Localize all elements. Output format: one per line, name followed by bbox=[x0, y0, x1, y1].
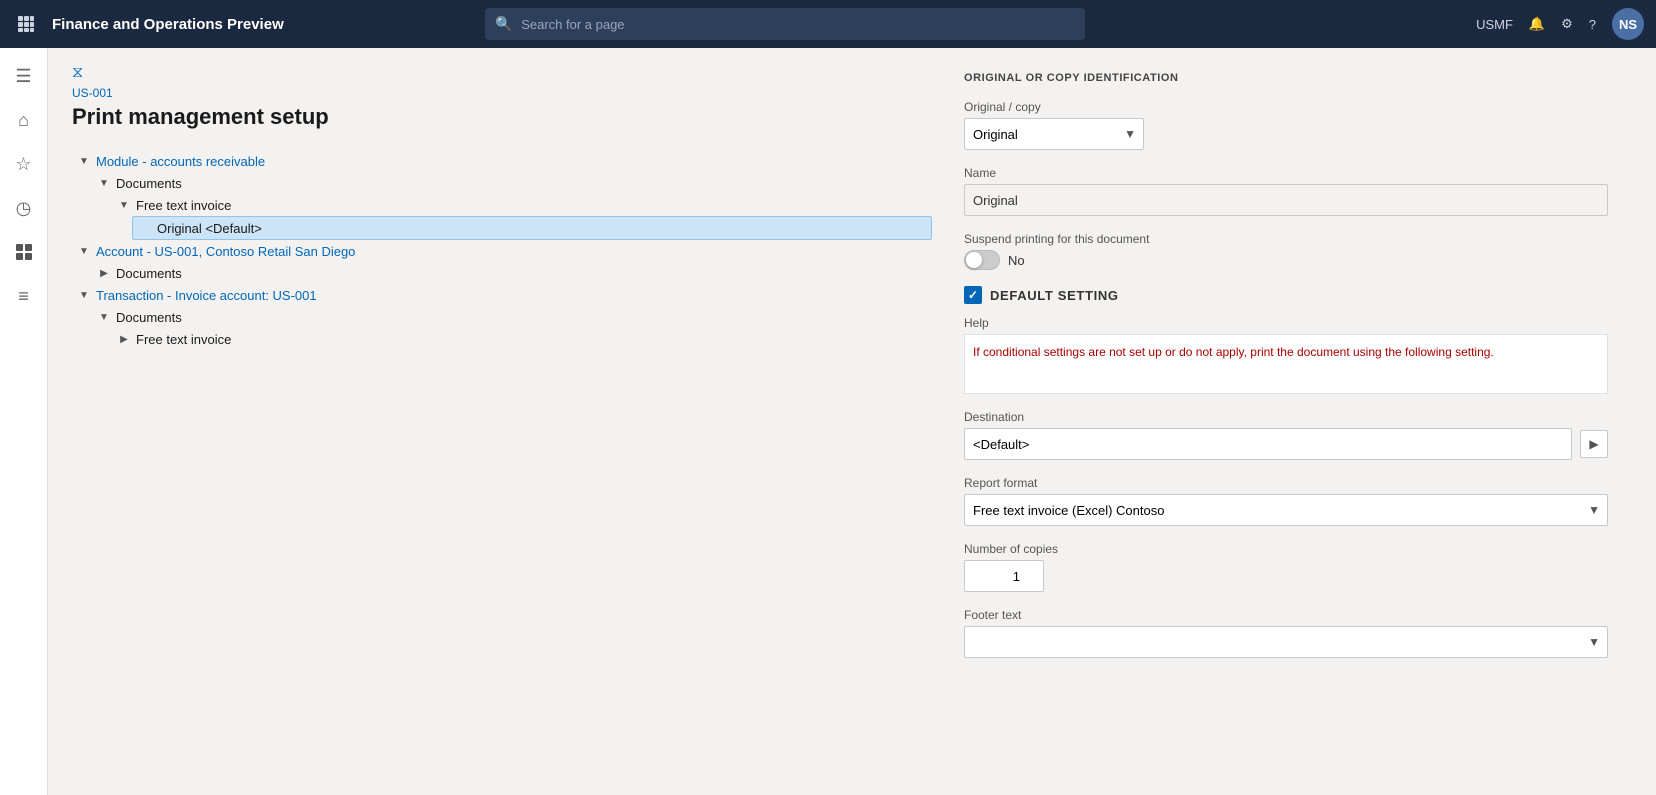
top-navigation: Finance and Operations Preview 🔍 USMF 🔔 … bbox=[0, 0, 1656, 48]
copies-input[interactable] bbox=[964, 560, 1044, 592]
destination-row: ▶ bbox=[964, 428, 1608, 460]
tree-item-free-text-invoice2[interactable]: ▶ Free text invoice bbox=[112, 328, 932, 350]
label-original-copy: Original / copy bbox=[964, 100, 1608, 114]
name-input[interactable] bbox=[964, 184, 1608, 216]
tree-label-module: Module - accounts receivable bbox=[92, 154, 265, 169]
tree-item-documents2[interactable]: ▶ Documents bbox=[92, 262, 932, 284]
label-copies: Number of copies bbox=[964, 542, 1608, 556]
recent-icon[interactable]: ◷ bbox=[4, 188, 44, 228]
footer-text-select[interactable] bbox=[964, 626, 1608, 658]
suspend-toggle-wrap: No bbox=[964, 250, 1608, 270]
app-title: Finance and Operations Preview bbox=[52, 16, 284, 33]
tree-panel: ⧖ US-001 Print management setup ▼ Module… bbox=[72, 64, 932, 779]
left-sidebar: ☰ ⌂ ☆ ◷ ≡ bbox=[0, 48, 48, 795]
field-group-report-format: Report format Free text invoice (Excel) … bbox=[964, 476, 1608, 526]
top-nav-right: USMF 🔔 ⚙ ? NS bbox=[1476, 8, 1644, 40]
tree-children-module: ▼ Documents ▼ Free text invoice Original… bbox=[72, 172, 932, 240]
collapse-icon[interactable]: ▼ bbox=[76, 243, 92, 259]
field-group-help: Help If conditional settings are not set… bbox=[964, 316, 1608, 394]
tree-label-account: Account - US-001, Contoso Retail San Die… bbox=[92, 244, 355, 259]
right-panel: ORIGINAL OR COPY IDENTIFICATION Original… bbox=[932, 64, 1632, 779]
tree-item-transaction[interactable]: ▼ Transaction - Invoice account: US-001 bbox=[72, 284, 932, 306]
help-icon[interactable]: ? bbox=[1589, 17, 1596, 32]
notification-icon[interactable]: 🔔 bbox=[1529, 16, 1545, 32]
label-suspend: Suspend printing for this document bbox=[964, 232, 1608, 246]
list-nav-icon[interactable]: ≡ bbox=[4, 276, 44, 316]
main-content: ⧖ US-001 Print management setup ▼ Module… bbox=[48, 48, 1656, 795]
avatar[interactable]: NS bbox=[1612, 8, 1644, 40]
field-group-copies: Number of copies bbox=[964, 542, 1608, 592]
page-title: Print management setup bbox=[72, 104, 932, 130]
destination-input[interactable] bbox=[964, 428, 1572, 460]
tree-label-documents1: Documents bbox=[112, 176, 182, 191]
no-toggle-spacer bbox=[137, 220, 153, 236]
tree-item-original-default[interactable]: Original <Default> bbox=[132, 216, 932, 240]
collapse-icon[interactable]: ▼ bbox=[96, 175, 112, 191]
tree-children-documents1: ▼ Free text invoice Original <Default> bbox=[92, 194, 932, 240]
star-icon[interactable]: ☆ bbox=[4, 144, 44, 184]
hamburger-icon[interactable]: ☰ bbox=[4, 56, 44, 96]
settings-icon[interactable]: ⚙ bbox=[1561, 16, 1573, 32]
original-copy-dropdown-wrap: Original Copy ▼ bbox=[964, 118, 1144, 150]
field-group-footer-text: Footer text ▼ bbox=[964, 608, 1608, 658]
field-group-destination: Destination ▶ bbox=[964, 410, 1608, 460]
tree-item-documents3[interactable]: ▼ Documents bbox=[92, 306, 932, 328]
default-setting-wrap: ✓ DEFAULT SETTING bbox=[964, 286, 1608, 304]
help-text: If conditional settings are not set up o… bbox=[964, 334, 1608, 394]
collapse-icon[interactable]: ▼ bbox=[96, 309, 112, 325]
tree: ▼ Module - accounts receivable ▼ Documen… bbox=[72, 150, 932, 350]
tree-children-free-text: Original <Default> bbox=[112, 216, 932, 240]
search-input[interactable] bbox=[485, 8, 1085, 40]
field-group-suspend: Suspend printing for this document No bbox=[964, 232, 1608, 270]
breadcrumb[interactable]: US-001 bbox=[72, 86, 932, 100]
destination-arrow-button[interactable]: ▶ bbox=[1580, 430, 1608, 458]
tree-label-documents3: Documents bbox=[112, 310, 182, 325]
tree-label-original-default: Original <Default> bbox=[153, 221, 262, 236]
tree-children-account: ▶ Documents bbox=[72, 262, 932, 284]
tree-label-transaction: Transaction - Invoice account: US-001 bbox=[92, 288, 317, 303]
company-label: USMF bbox=[1476, 17, 1513, 32]
report-format-dropdown-wrap: Free text invoice (Excel) Contoso ▼ bbox=[964, 494, 1608, 526]
label-footer-text: Footer text bbox=[964, 608, 1608, 622]
tree-item-module[interactable]: ▼ Module - accounts receivable bbox=[72, 150, 932, 172]
tree-children-documents3: ▶ Free text invoice bbox=[92, 328, 932, 350]
field-group-original-copy: Original / copy Original Copy ▼ bbox=[964, 100, 1608, 150]
tree-label-documents2: Documents bbox=[112, 266, 182, 281]
home-icon[interactable]: ⌂ bbox=[4, 100, 44, 140]
field-group-name: Name bbox=[964, 166, 1608, 216]
footer-text-dropdown-wrap: ▼ bbox=[964, 626, 1608, 658]
tree-item-documents1[interactable]: ▼ Documents bbox=[92, 172, 932, 194]
grid-nav-icon[interactable] bbox=[4, 232, 44, 272]
grid-menu-icon[interactable] bbox=[12, 10, 40, 38]
original-copy-select[interactable]: Original Copy bbox=[964, 118, 1144, 150]
tree-label-free-text-invoice: Free text invoice bbox=[132, 198, 231, 213]
collapse-icon[interactable]: ▼ bbox=[76, 153, 92, 169]
section-title-original-copy: ORIGINAL OR COPY IDENTIFICATION bbox=[964, 72, 1608, 84]
search-icon: 🔍 bbox=[495, 16, 512, 33]
collapse-icon[interactable]: ▼ bbox=[116, 197, 132, 213]
tree-children-transaction: ▼ Documents ▶ Free text invoice bbox=[72, 306, 932, 350]
expand-icon[interactable]: ▶ bbox=[96, 265, 112, 281]
collapse-icon[interactable]: ▼ bbox=[76, 287, 92, 303]
label-report-format: Report format bbox=[964, 476, 1608, 490]
checkmark-icon: ✓ bbox=[968, 288, 978, 302]
tree-label-free-text-invoice2: Free text invoice bbox=[132, 332, 231, 347]
label-destination: Destination bbox=[964, 410, 1608, 424]
tree-item-free-text-invoice[interactable]: ▼ Free text invoice bbox=[112, 194, 932, 216]
label-help: Help bbox=[964, 316, 1608, 330]
toggle-knob bbox=[966, 252, 982, 268]
suspend-toggle[interactable] bbox=[964, 250, 1000, 270]
filter-icon[interactable]: ⧖ bbox=[72, 64, 83, 82]
expand-icon[interactable]: ▶ bbox=[116, 331, 132, 347]
default-setting-checkbox[interactable]: ✓ bbox=[964, 286, 982, 304]
search-bar: 🔍 bbox=[485, 8, 1085, 40]
label-name: Name bbox=[964, 166, 1608, 180]
suspend-value-label: No bbox=[1008, 253, 1025, 268]
tree-item-account[interactable]: ▼ Account - US-001, Contoso Retail San D… bbox=[72, 240, 932, 262]
report-format-select[interactable]: Free text invoice (Excel) Contoso bbox=[964, 494, 1608, 526]
default-setting-label: DEFAULT SETTING bbox=[990, 288, 1119, 303]
